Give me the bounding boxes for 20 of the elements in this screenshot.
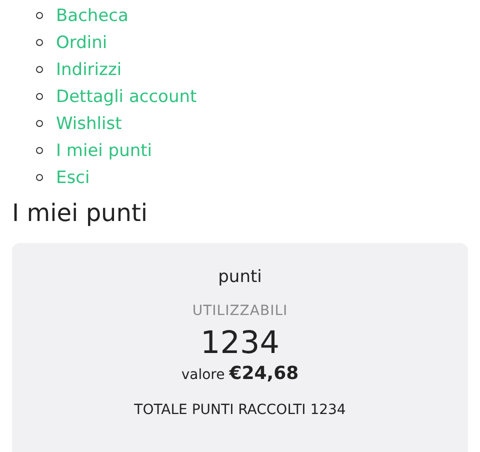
page-heading: I miei punti [12, 199, 149, 227]
bullet-icon [36, 12, 43, 19]
account-menu-link[interactable]: Ordini [56, 32, 108, 52]
account-menu-link[interactable]: I miei punti [56, 140, 152, 160]
points-subtitle: UTILIZZABILI [192, 303, 288, 319]
bullet-icon [36, 120, 43, 127]
points-total: TOTALE PUNTI RACCOLTI 1234 [134, 402, 346, 418]
points-value: valore €24,68 [181, 363, 299, 384]
points-title: punti [218, 267, 262, 287]
bullet-icon [36, 147, 43, 154]
bullet-icon [36, 174, 43, 181]
account-menu-link[interactable]: Indirizzi [56, 60, 122, 80]
account-menu-link[interactable]: Dettagli account [56, 86, 197, 106]
bullet-icon [36, 66, 43, 73]
points-count: 1234 [200, 325, 280, 361]
bullet-icon [36, 93, 43, 100]
account-menu-link[interactable]: Esci [56, 168, 90, 188]
account-menu-link[interactable]: Wishlist [56, 114, 122, 134]
bullet-icon [36, 39, 43, 46]
account-menu-link[interactable]: Bacheca [56, 6, 128, 26]
